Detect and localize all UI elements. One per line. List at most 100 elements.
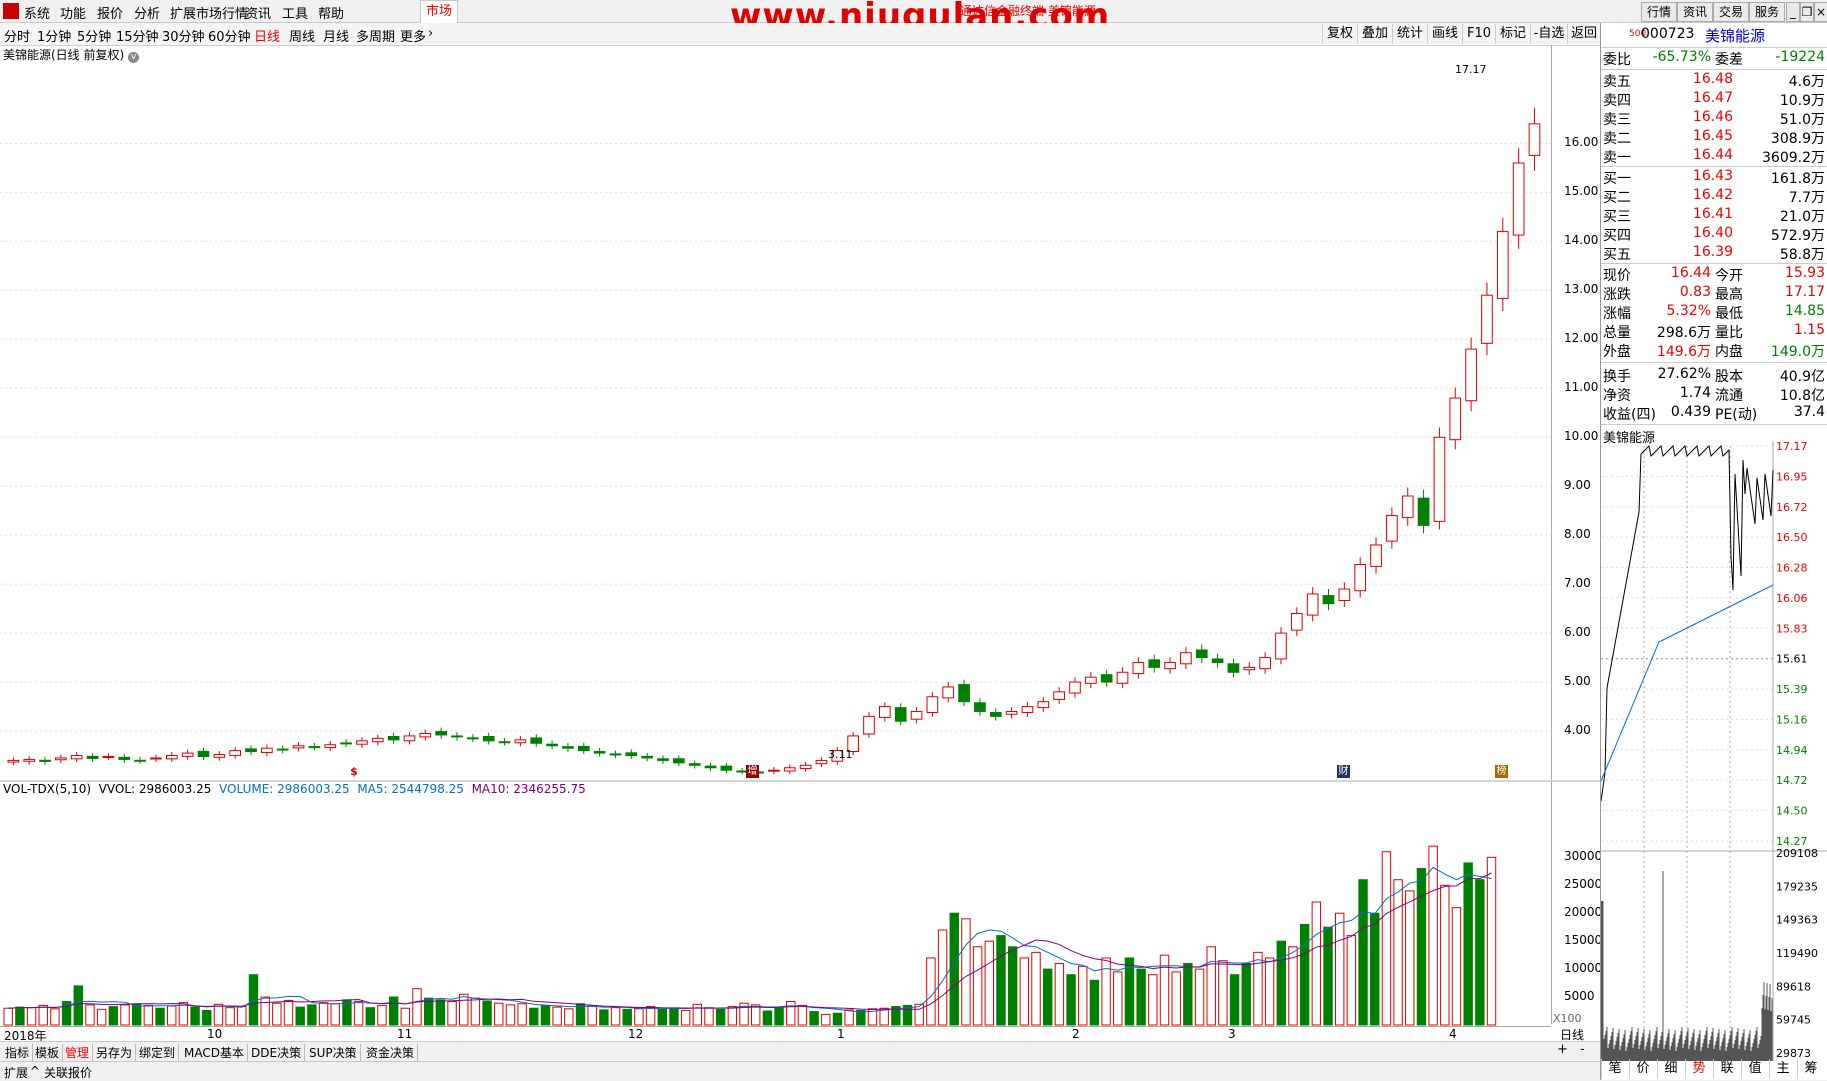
panel-tab[interactable]: 笔 [1601, 1059, 1628, 1079]
volume-bar [178, 1002, 189, 1026]
menu-help[interactable]: 帮助 [318, 3, 344, 22]
status-related-quote[interactable]: 关联报价 [44, 1064, 92, 1081]
btn-biaoji[interactable]: 标记 [1495, 24, 1530, 44]
menu-ext-market[interactable]: 扩展市场行情 [170, 3, 248, 22]
level-volume: 51.0万 [1779, 112, 1825, 128]
volume-bar [3, 1007, 13, 1026]
volume-bar [143, 1004, 154, 1026]
zoom-out-icon[interactable]: - [1580, 1042, 1585, 1057]
panel-tab[interactable]: 联 [1713, 1059, 1740, 1079]
period-fenshi[interactable]: 分时 [4, 26, 30, 45]
close-icon[interactable]: × [1814, 2, 1827, 22]
btn-diejia[interactable]: 叠加 [1357, 24, 1392, 44]
chevron-right-icon[interactable]: › [428, 26, 433, 41]
btn-hangqing[interactable]: 行情 [1641, 2, 1677, 22]
bid-row[interactable]: 买五 16.39 58.8万 [1603, 244, 1825, 263]
tab-macd[interactable]: MACD基本 [181, 1044, 248, 1061]
candle-body [467, 737, 479, 740]
price-tick: 7.00 [1564, 576, 1591, 591]
candle-body [387, 735, 400, 741]
btn-zixun[interactable]: 资讯 [1677, 2, 1713, 22]
tab-dde[interactable]: DDE决策 [248, 1044, 306, 1061]
date-label: 4 [1449, 1027, 1457, 1041]
date-label: 12 [628, 1027, 644, 1041]
period-1min[interactable]: 1分钟 [37, 26, 71, 45]
btn-tongji[interactable]: 统计 [1392, 24, 1427, 44]
menu-system[interactable]: 系统 [24, 3, 50, 22]
stat-label: 内盘 [1715, 344, 1743, 360]
tab-sup[interactable]: SUP决策 [306, 1044, 361, 1061]
btn-jiaoyi[interactable]: 交易 [1713, 2, 1749, 22]
panel-tab[interactable]: 细 [1657, 1059, 1684, 1079]
tab-manage[interactable]: 管理 [62, 1044, 94, 1061]
event-marker-bang[interactable]: 榜 [1495, 765, 1508, 778]
bid-row[interactable]: 买四 16.40 572.9万 [1603, 225, 1825, 244]
ask-row[interactable]: 卖五 16.48 4.6万 [1603, 71, 1825, 90]
event-marker-cai[interactable]: 财 [1337, 765, 1350, 778]
caret-up-icon[interactable]: ^ [30, 1064, 40, 1078]
panel-tab[interactable]: 筹 [1797, 1059, 1824, 1079]
candle-body [609, 753, 622, 756]
btn-f10[interactable]: F10 [1462, 24, 1495, 44]
menu-quote[interactable]: 报价 [97, 3, 123, 22]
menu-news[interactable]: 资讯 [245, 3, 271, 22]
tab-save-as[interactable]: 另存为 [93, 1044, 137, 1061]
indicator-tabbar: 指标 模板 管理 另存为 绑定到 MACD基本 DDE决策 SUP决策 资金决策… [0, 1041, 1600, 1061]
btn-fuquan[interactable]: 复权 [1322, 24, 1357, 44]
market-tab[interactable]: 市场 [420, 0, 458, 23]
candle-body [134, 759, 146, 762]
candle-body [514, 739, 527, 744]
volume-bar [1486, 856, 1497, 1026]
bid-row[interactable]: 买一 16.43 161.8万 [1603, 168, 1825, 187]
zoom-in-icon[interactable]: + [1557, 1042, 1568, 1057]
vol-indicator-name[interactable]: VOL-TDX(5,10) [3, 782, 91, 796]
volume-bar [1194, 968, 1205, 1026]
volume-bar [797, 1004, 808, 1026]
period-multi[interactable]: 多周期 [356, 26, 395, 45]
intraday-chart[interactable]: 17.17 16.95 16.72 16.50 16.28 16.06 15.83 15.61… [1601, 441, 1827, 1077]
volume-bar [155, 1007, 165, 1026]
period-60min[interactable]: 60分钟 [208, 26, 251, 45]
tab-template[interactable]: 模板 [32, 1044, 64, 1061]
period-5min[interactable]: 5分钟 [77, 26, 111, 45]
menu-analysis[interactable]: 分析 [134, 3, 160, 22]
btn-zixuan[interactable]: -自选 [1530, 24, 1567, 44]
event-marker-zeng[interactable]: 增 [746, 765, 759, 778]
stat-value: 0.439 [1670, 404, 1711, 420]
bid-row[interactable]: 买三 16.41 21.0万 [1603, 206, 1825, 225]
btn-fanhui[interactable]: 返回 [1567, 24, 1600, 44]
bid-row[interactable]: 买二 16.42 7.7万 [1603, 187, 1825, 206]
candle-body [1433, 436, 1446, 522]
panel-tab[interactable]: 势 [1685, 1059, 1712, 1079]
volume-bar [1241, 963, 1251, 1026]
menu-function[interactable]: 功能 [60, 3, 86, 22]
volume-bar [1206, 946, 1216, 1026]
period-15min[interactable]: 15分钟 [116, 26, 159, 45]
panel-tab[interactable]: 值 [1741, 1059, 1768, 1079]
tab-fund[interactable]: 资金决策 [363, 1044, 419, 1061]
period-daily[interactable]: 日线 [254, 26, 280, 45]
menu-tools[interactable]: 工具 [282, 3, 308, 22]
tab-indicator[interactable]: 指标 [2, 1044, 34, 1061]
kline-chart[interactable] [0, 45, 1600, 1040]
restore-icon[interactable]: ❐ [1800, 2, 1814, 22]
ask-row[interactable]: 卖三 16.46 51.0万 [1603, 109, 1825, 128]
period-more[interactable]: 更多 [400, 26, 426, 45]
period-30min[interactable]: 30分钟 [162, 26, 205, 45]
ask-row[interactable]: 卖一 16.44 3609.2万 [1603, 147, 1825, 166]
btn-huaxian[interactable]: 画线 [1427, 24, 1462, 44]
minimize-icon[interactable]: _ [1786, 2, 1800, 22]
volume-bar [552, 1006, 562, 1026]
btn-fuwu[interactable]: 服务 [1749, 2, 1785, 22]
panel-tab[interactable]: 价 [1629, 1059, 1656, 1079]
event-marker-dividend[interactable]: $ [349, 765, 359, 778]
ask-row[interactable]: 卖二 16.45 308.9万 [1603, 128, 1825, 147]
volume-bar [1054, 963, 1065, 1026]
stat-row: 收益(四) 0.439 PE(动) 37.4 [1603, 404, 1825, 423]
panel-tab[interactable]: 主 [1769, 1059, 1796, 1079]
tab-bind[interactable]: 绑定到 [136, 1044, 180, 1061]
status-expand[interactable]: 扩展 [4, 1064, 28, 1081]
period-monthly[interactable]: 月线 [323, 26, 349, 45]
period-weekly[interactable]: 周线 [289, 26, 315, 45]
ask-row[interactable]: 卖四 16.47 10.9万 [1603, 90, 1825, 109]
